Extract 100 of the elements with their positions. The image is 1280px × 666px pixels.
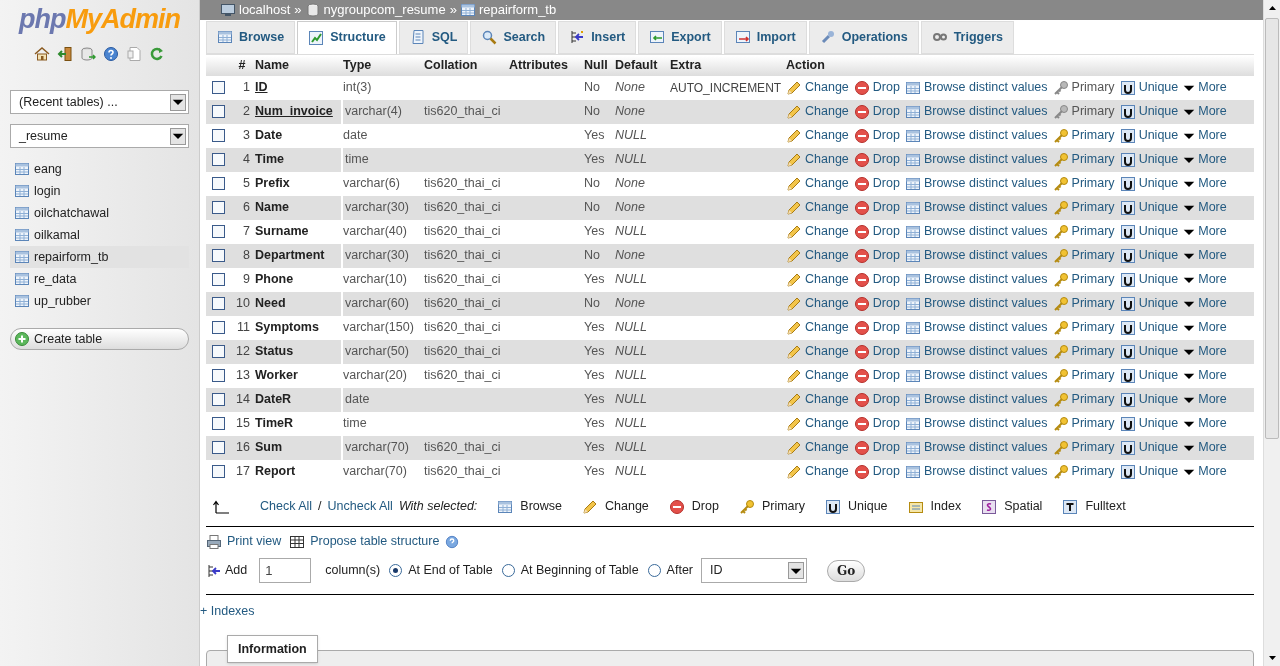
action-link[interactable]: More — [1183, 438, 1227, 457]
action-link[interactable]: Drop — [853, 390, 900, 409]
action-link[interactable]: Browse distinct values — [904, 174, 1048, 193]
action-link[interactable]: Browse distinct values — [904, 366, 1048, 385]
action-link[interactable]: Change — [786, 78, 849, 97]
radio-button[interactable] — [501, 564, 515, 577]
action-link[interactable]: Browse distinct values — [904, 102, 1048, 121]
action-link[interactable]: More — [1183, 318, 1227, 337]
tab[interactable]: Export — [638, 20, 722, 54]
action-link[interactable]: More — [1183, 414, 1227, 433]
action-link[interactable]: Primary — [1052, 222, 1115, 241]
action-link[interactable]: Unique — [1119, 270, 1179, 289]
action-link[interactable]: Primary — [1052, 462, 1115, 481]
action-link[interactable]: Drop — [853, 366, 900, 385]
action-link[interactable]: Change — [786, 294, 849, 313]
indexes-link[interactable]: + Indexes — [200, 601, 255, 621]
go-button[interactable]: Go — [827, 559, 866, 582]
tab[interactable]: Insert — [558, 20, 637, 54]
action-link[interactable]: Unique — [1119, 246, 1179, 265]
action-link[interactable]: Drop — [853, 462, 900, 481]
action-link[interactable]: Primary — [1052, 270, 1115, 289]
action-link[interactable]: Change — [786, 342, 849, 361]
action-link[interactable]: Unique — [1119, 462, 1179, 481]
table-list-item[interactable]: eang — [10, 158, 189, 180]
action-link[interactable]: Unique — [1119, 102, 1179, 121]
action-link[interactable]: Browse distinct values — [904, 390, 1048, 409]
action-link[interactable]: Change — [786, 222, 849, 241]
action-link[interactable]: Unique — [1119, 222, 1179, 241]
action-link[interactable]: Browse distinct values — [904, 318, 1048, 337]
action-link[interactable]: Change — [786, 462, 849, 481]
action-link[interactable]: Primary — [1052, 150, 1115, 169]
action-link[interactable]: Unique — [1119, 126, 1179, 145]
action-link[interactable]: Change — [786, 198, 849, 217]
action-link[interactable]: Unique — [1119, 174, 1179, 193]
checkbox[interactable] — [212, 297, 225, 310]
action-link[interactable]: Browse distinct values — [904, 78, 1048, 97]
action-link[interactable]: Change — [786, 246, 849, 265]
action-link[interactable]: Primary — [1052, 246, 1115, 265]
action-link[interactable]: Browse distinct values — [904, 438, 1048, 457]
action-link[interactable]: More — [1183, 342, 1227, 361]
checkbox[interactable] — [212, 81, 225, 94]
action-link[interactable]: Browse distinct values — [904, 294, 1048, 313]
tab[interactable]: SQL — [398, 20, 469, 54]
checkbox[interactable] — [212, 129, 225, 142]
breadcrumb-link[interactable]: localhost — [239, 0, 291, 20]
action-link[interactable]: Browse distinct values — [904, 270, 1048, 289]
action-link[interactable]: Primary — [1052, 198, 1115, 217]
bulk-action-button[interactable]: Fulltext — [1062, 497, 1126, 516]
action-link[interactable]: More — [1183, 366, 1227, 385]
action-link[interactable]: Drop — [853, 246, 900, 265]
action-link[interactable]: More — [1183, 246, 1227, 265]
bulk-action-button[interactable]: Unique — [824, 497, 888, 516]
checkbox[interactable] — [212, 369, 225, 382]
checkbox[interactable] — [212, 105, 225, 118]
action-link[interactable]: Change — [786, 150, 849, 169]
bulk-action-button[interactable]: Drop — [668, 497, 719, 516]
checkbox[interactable] — [212, 153, 225, 166]
tab[interactable]: Triggers — [920, 20, 1014, 54]
action-link[interactable]: Browse distinct values — [904, 150, 1048, 169]
action-link[interactable]: Unique — [1119, 342, 1179, 361]
action-link[interactable]: Primary — [1052, 78, 1115, 97]
action-link[interactable]: Primary — [1052, 126, 1115, 145]
action-link[interactable]: Unique — [1119, 438, 1179, 457]
bulk-action-button[interactable]: Primary — [738, 497, 805, 516]
checkbox[interactable] — [212, 417, 225, 430]
action-link[interactable]: Browse distinct values — [904, 414, 1048, 433]
action-link[interactable]: Drop — [853, 222, 900, 241]
tab[interactable]: Structure — [297, 20, 397, 54]
checkbox[interactable] — [212, 393, 225, 406]
action-link[interactable]: Primary — [1052, 174, 1115, 193]
checkbox[interactable] — [212, 249, 225, 262]
action-link[interactable]: Change — [786, 174, 849, 193]
action-link[interactable]: Drop — [853, 174, 900, 193]
checkbox[interactable] — [212, 177, 225, 190]
action-link[interactable]: Change — [786, 366, 849, 385]
check-all-link[interactable]: Check All — [260, 499, 313, 514]
action-link[interactable]: Change — [786, 318, 849, 337]
action-link[interactable]: Change — [786, 390, 849, 409]
action-link[interactable]: Browse distinct values — [904, 198, 1048, 217]
action-link[interactable]: Unique — [1119, 78, 1179, 97]
uncheck-all-link[interactable]: Uncheck All — [327, 497, 393, 516]
action-link[interactable]: More — [1183, 390, 1227, 409]
checkbox[interactable] — [212, 321, 225, 334]
action-link[interactable]: Drop — [853, 198, 900, 217]
table-list-item[interactable]: oilchatchawal — [10, 202, 189, 224]
action-link[interactable]: Change — [786, 438, 849, 457]
action-link[interactable]: Drop — [853, 270, 900, 289]
checkbox[interactable] — [212, 465, 225, 478]
tab[interactable]: Operations — [808, 20, 919, 54]
tab[interactable]: Import — [723, 20, 807, 54]
propose-structure-link[interactable]: Propose table structure — [289, 532, 440, 551]
bulk-action-button[interactable]: Index — [907, 497, 962, 516]
action-link[interactable]: More — [1183, 150, 1227, 169]
recent-tables-dropdown[interactable]: (Recent tables) ... — [10, 90, 189, 114]
action-link[interactable]: Unique — [1119, 414, 1179, 433]
column-count-field[interactable]: 1 — [259, 558, 312, 583]
database-dropdown[interactable]: _resume — [10, 124, 189, 148]
action-link[interactable]: Drop — [853, 150, 900, 169]
after-field-dropdown[interactable]: ID — [701, 558, 807, 583]
action-link[interactable]: Browse distinct values — [904, 126, 1048, 145]
